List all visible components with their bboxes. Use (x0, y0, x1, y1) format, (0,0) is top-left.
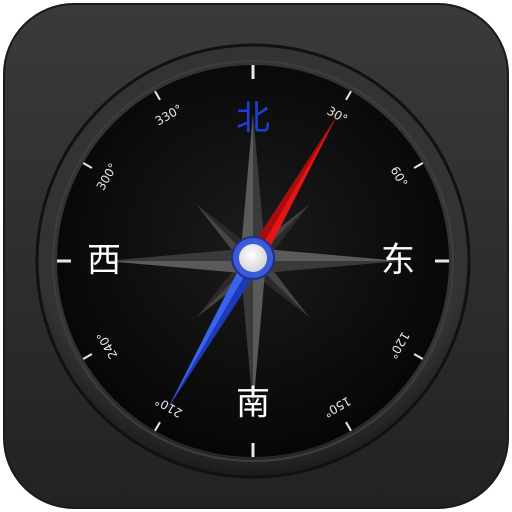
cardinal-south-label: 南 (236, 384, 270, 424)
cardinal-west-label: 西 (87, 241, 121, 281)
needle-hub-cap (239, 244, 267, 272)
cardinal-north-label: 北 (236, 99, 270, 139)
compass-app-icon-stage: 30° 60° 120° 150° 210° 240° 300° 330° 北 东 南 西 (0, 0, 512, 512)
cardinal-east-label: 东 (381, 241, 415, 281)
compass-icon[interactable]: 30°60°120°150°210°240°300°330° 北 东 南 西 (0, 0, 512, 512)
